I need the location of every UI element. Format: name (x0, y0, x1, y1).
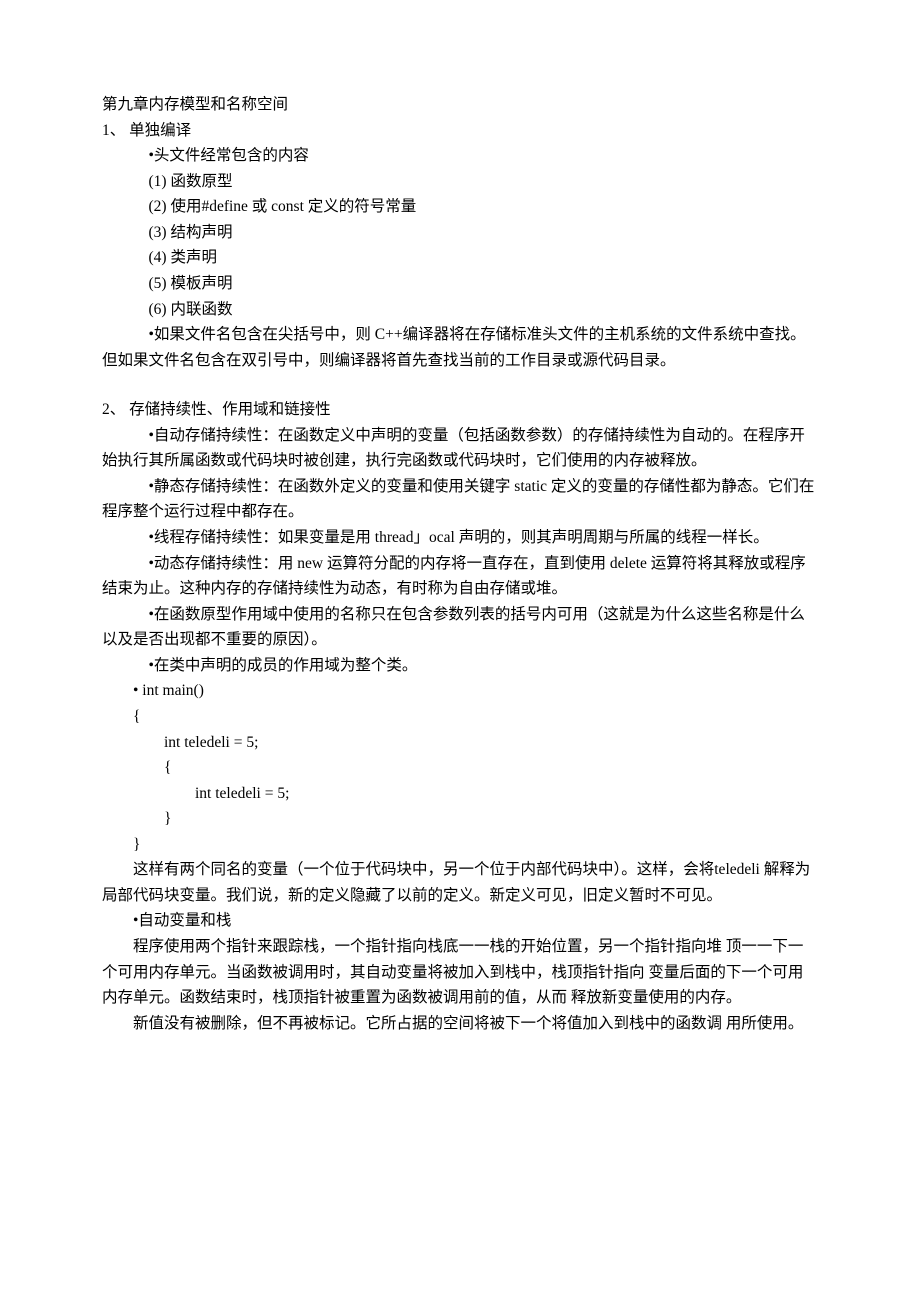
code-line: { (102, 755, 818, 781)
list-item: (3) 结构声明 (102, 220, 818, 246)
paragraph: 新值没有被删除，但不再被标记。它所占据的空间将被下一个将值加入到栈中的函数调 用… (102, 1011, 818, 1037)
code-line: } (102, 806, 818, 832)
paragraph: 这样有两个同名的变量（一个位于代码块中，另一个位于内部代码块中）。这样，会将te… (102, 857, 818, 908)
list-item: (2) 使用#define 或 const 定义的符号常量 (102, 194, 818, 220)
code-line: { (102, 704, 818, 730)
section-1-heading: 1、 单独编译 (102, 118, 818, 144)
blank-line (102, 373, 818, 397)
paragraph: •自动变量和栈 (102, 908, 818, 934)
code-line: • int main() (102, 678, 818, 704)
list-item: (5) 模板声明 (102, 271, 818, 297)
document-page: 第九章内存模型和名称空间 1、 单独编译 •头文件经常包含的内容 (1) 函数原… (0, 0, 920, 1302)
code-line: int teledeli = 5; (102, 781, 818, 807)
paragraph: •在函数原型作用域中使用的名称只在包含参数列表的括号内可用（这就是为什么这些名称… (102, 602, 818, 653)
bullet-header-contents: •头文件经常包含的内容 (102, 143, 818, 169)
paragraph: 程序使用两个指针来跟踪栈，一个指针指向栈底一一栈的开始位置，另一个指针指向堆 顶… (102, 934, 818, 1011)
section-2-heading: 2、 存储持续性、作用域和链接性 (102, 397, 818, 423)
chapter-title: 第九章内存模型和名称空间 (102, 92, 818, 118)
paragraph: •自动存储持续性：在函数定义中声明的变量（包括函数参数）的存储持续性为自动的。在… (102, 423, 818, 474)
paragraph: •如果文件名包含在尖括号中，则 C++编译器将在存储标准头文件的主机系统的文件系… (102, 322, 818, 373)
paragraph: •静态存储持续性：在函数外定义的变量和使用关键字 static 定义的变量的存储… (102, 474, 818, 525)
list-item: (1) 函数原型 (102, 169, 818, 195)
code-line: } (102, 832, 818, 858)
code-line: int teledeli = 5; (102, 730, 818, 756)
list-item: (4) 类声明 (102, 245, 818, 271)
paragraph: •动态存储持续性：用 new 运算符分配的内存将一直存在，直到使用 delete… (102, 551, 818, 602)
paragraph: •在类中声明的成员的作用域为整个类。 (102, 653, 818, 679)
paragraph: •线程存储持续性：如果变量是用 thread」ocal 声明的，则其声明周期与所… (102, 525, 818, 551)
list-item: (6) 内联函数 (102, 297, 818, 323)
